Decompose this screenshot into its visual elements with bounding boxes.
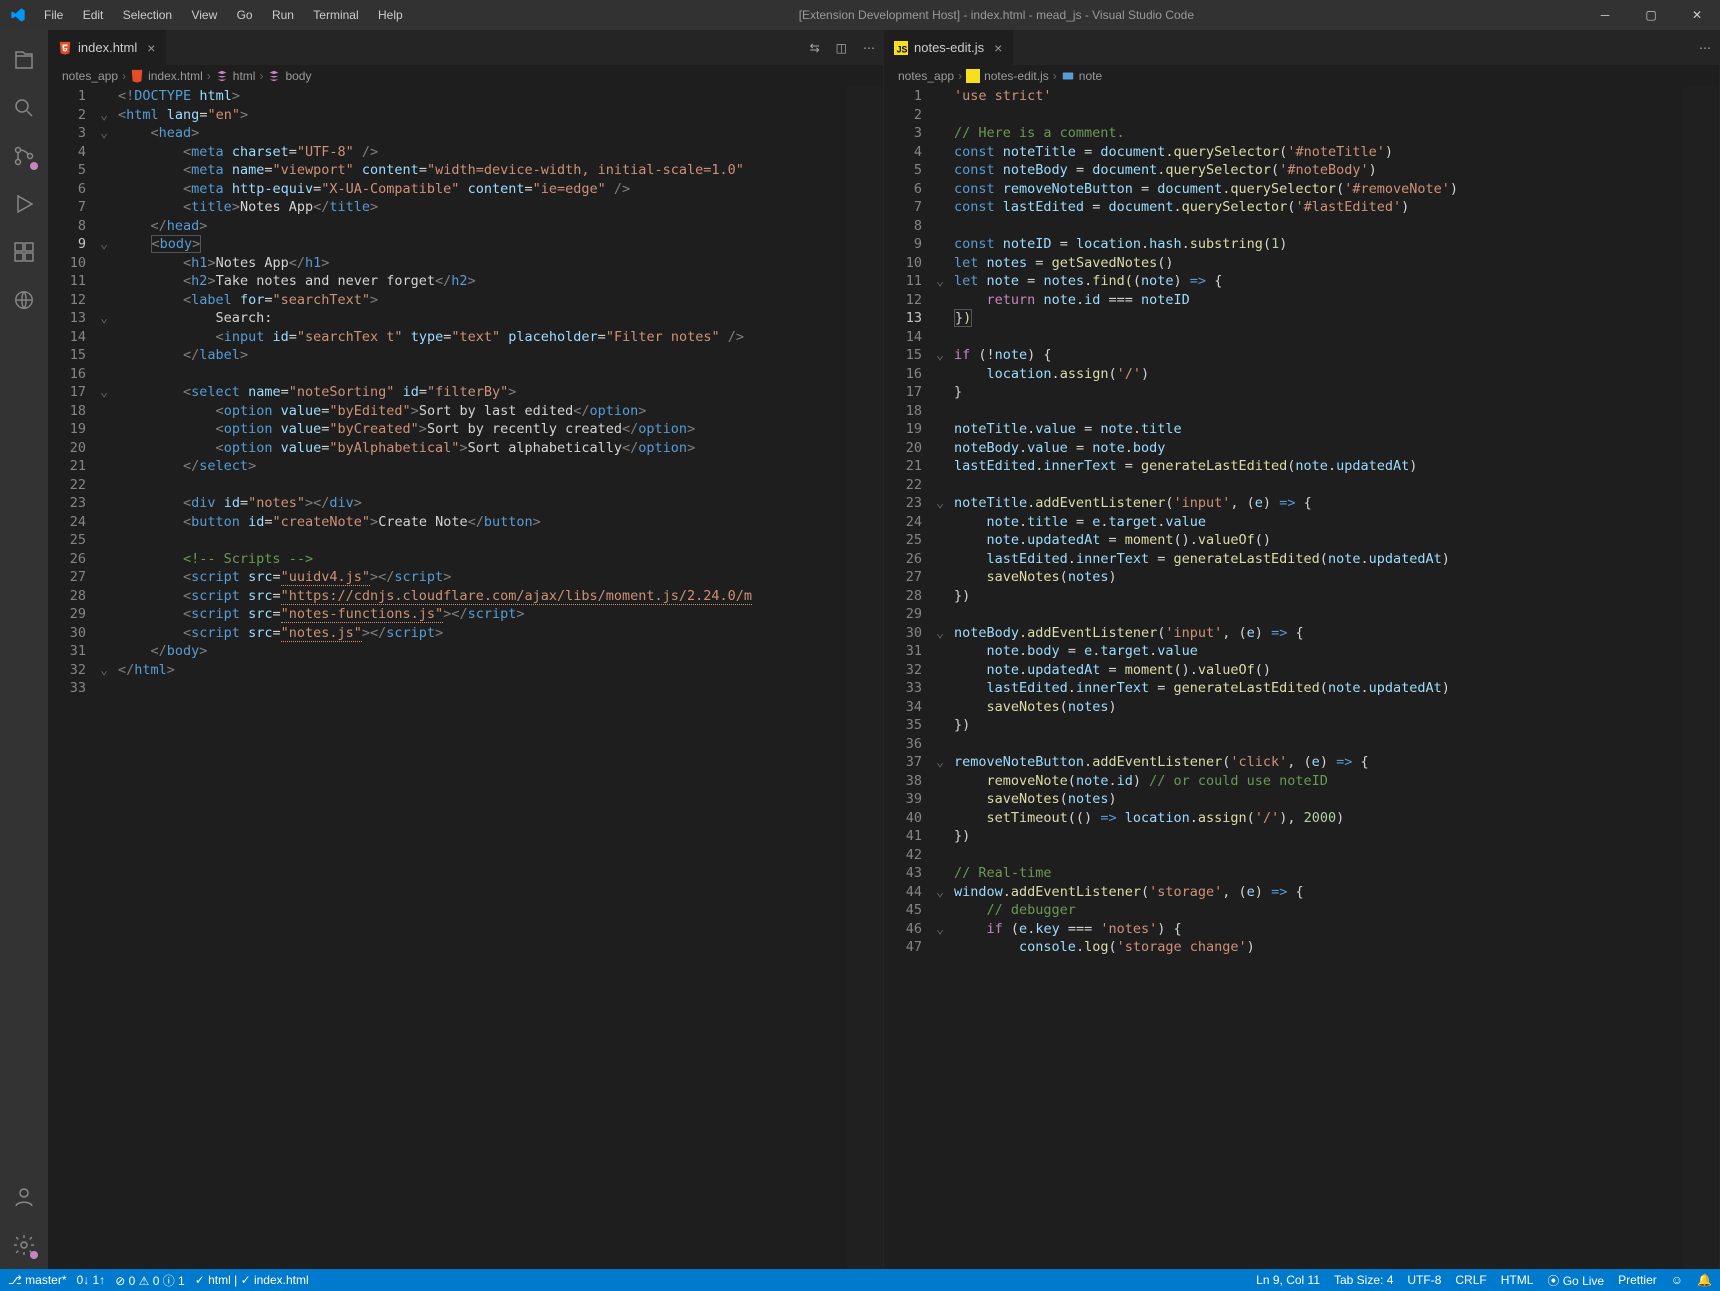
status-bell-icon[interactable]: 🔔 [1697,1273,1712,1287]
js-file-icon: JS [894,41,908,55]
crumb[interactable]: body [285,69,311,83]
symbol-icon [267,69,281,83]
more-actions-icon[interactable]: ⋯ [1691,41,1719,55]
editor-pane-right: JS notes-edit.js × ⋯ notes_app› notes-ed… [884,30,1720,1269]
minimap[interactable] [847,87,883,1269]
status-tabsize[interactable]: Tab Size: 4 [1334,1273,1393,1287]
compare-changes-icon[interactable]: ⇆ [802,41,828,55]
menu-go[interactable]: Go [229,8,261,22]
explorer-icon[interactable] [0,36,48,84]
vscode-logo-icon [10,7,26,23]
menu-view[interactable]: View [183,8,225,22]
status-prettier[interactable]: Prettier [1618,1273,1657,1287]
tab-close-icon[interactable]: × [147,40,155,56]
settings-gear-icon[interactable] [0,1221,48,1269]
js-file-icon [966,69,980,83]
status-language-check[interactable]: ✓ html | ✓ index.html [195,1273,309,1287]
more-actions-icon[interactable]: ⋯ [855,41,883,55]
menu-file[interactable]: File [36,8,71,22]
minimap[interactable] [1683,87,1719,1269]
status-sync[interactable]: 0↓ 1↑ [77,1273,106,1287]
svg-text:JS: JS [897,44,908,54]
symbol-icon [1061,69,1075,83]
breadcrumb-left[interactable]: notes_app› index.html› html› body [48,65,883,87]
crumb[interactable]: notes-edit.js [984,69,1049,83]
tab-notes-edit-js[interactable]: JS notes-edit.js × [884,30,1013,65]
crumb[interactable]: html [233,69,256,83]
run-debug-icon[interactable] [0,180,48,228]
status-encoding[interactable]: UTF-8 [1407,1273,1441,1287]
crumb[interactable]: notes_app [62,69,118,83]
title-bar: File Edit Selection View Go Run Terminal… [0,0,1720,30]
accounts-icon[interactable] [0,1173,48,1221]
crumb[interactable]: note [1079,69,1102,83]
source-control-icon[interactable] [0,132,48,180]
extensions-icon[interactable] [0,228,48,276]
html-file-icon [130,69,144,83]
status-golive[interactable]: ⦿ Go Live [1547,1272,1604,1289]
menu-edit[interactable]: Edit [75,8,112,22]
tab-index-html[interactable]: index.html × [48,30,166,65]
close-window-button[interactable]: ✕ [1674,0,1720,30]
crumb[interactable]: notes_app [898,69,954,83]
menu-run[interactable]: Run [264,8,302,22]
code-editor-left[interactable]: 1234567891011121314151617181920212223242… [48,87,883,1269]
search-icon[interactable] [0,84,48,132]
split-editor-icon[interactable]: ◫ [828,41,855,55]
tab-close-icon[interactable]: × [994,40,1002,56]
tab-bar-left: index.html × ⇆ ◫ ⋯ [48,30,883,65]
window-title: [Extension Development Host] - index.htm… [411,8,1582,22]
status-feedback-icon[interactable]: ☺ [1671,1273,1683,1287]
tab-label: notes-edit.js [914,40,984,55]
status-problems[interactable]: ⊘ 0 ⚠ 0 ⓘ 1 [115,1272,185,1289]
menu-selection[interactable]: Selection [115,8,180,22]
menu-help[interactable]: Help [370,8,411,22]
crumb[interactable]: index.html [148,69,203,83]
code-editor-right[interactable]: 1234567891011121314151617181920212223242… [884,87,1719,1269]
tab-bar-right: JS notes-edit.js × ⋯ [884,30,1719,65]
remote-icon[interactable] [0,276,48,324]
tab-label: index.html [78,40,137,55]
editor-pane-left: index.html × ⇆ ◫ ⋯ notes_app› index.html… [48,30,884,1269]
status-lncol[interactable]: Ln 9, Col 11 [1256,1273,1320,1287]
activity-bar [0,30,48,1269]
breadcrumb-right[interactable]: notes_app› notes-edit.js› note [884,65,1719,87]
menu-terminal[interactable]: Terminal [305,8,366,22]
symbol-icon [215,69,229,83]
main-menu[interactable]: File Edit Selection View Go Run Terminal… [36,8,411,22]
status-branch[interactable]: ⎇ master* [8,1273,67,1287]
html-file-icon [58,41,72,55]
minimize-button[interactable]: ─ [1582,0,1628,30]
status-bar: ⎇ master* 0↓ 1↑ ⊘ 0 ⚠ 0 ⓘ 1 ✓ html | ✓ i… [0,1269,1720,1291]
status-language[interactable]: HTML [1501,1273,1534,1287]
status-eol[interactable]: CRLF [1455,1273,1486,1287]
maximize-button[interactable]: ▢ [1628,0,1674,30]
